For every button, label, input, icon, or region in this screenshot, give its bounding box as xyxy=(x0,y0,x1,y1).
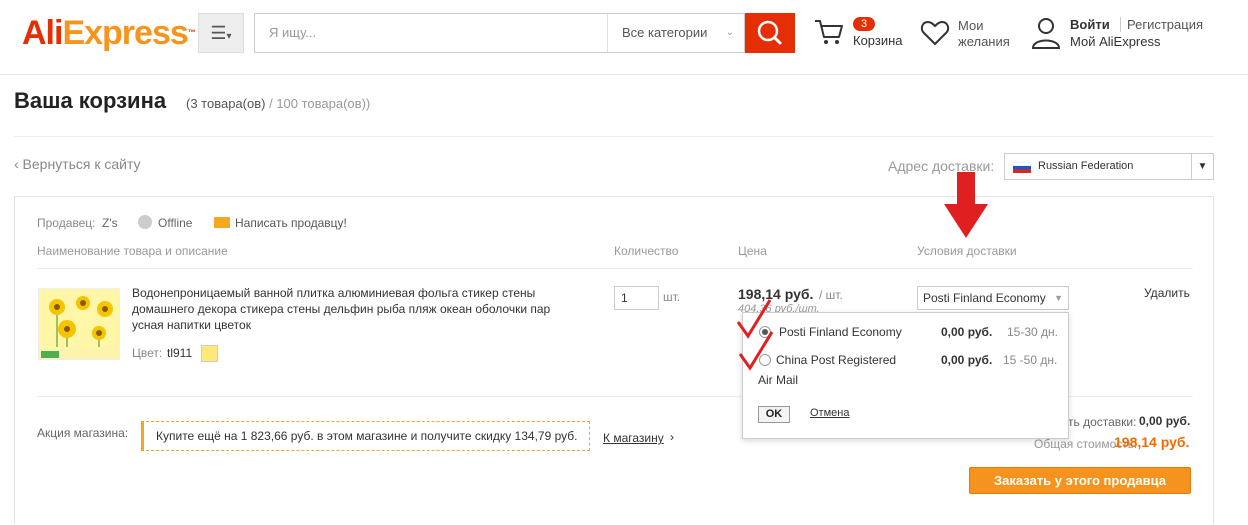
back-to-site-link[interactable]: ‹ Вернуться к сайту xyxy=(14,156,141,172)
shipping-option-name-2-line2[interactable]: Air Mail xyxy=(758,373,798,387)
column-header-quantity: Количество xyxy=(614,244,679,258)
shipping-ok-button[interactable]: OK xyxy=(758,406,790,423)
russia-flag-icon xyxy=(1013,162,1031,173)
chevron-down-icon: ⌄ xyxy=(725,27,734,38)
item-price-unit: / шт. xyxy=(819,288,843,302)
cart-count-current: (3 товара(ов) xyxy=(186,96,266,111)
search-input[interactable]: Я ищу... xyxy=(254,13,608,53)
color-swatch xyxy=(201,345,218,362)
divider xyxy=(14,136,1214,137)
divider xyxy=(37,268,1193,269)
seller-label: Продавец: xyxy=(37,216,96,230)
shipping-option-name-2[interactable]: China Post Registered xyxy=(776,353,896,367)
contact-seller-link[interactable]: Написать продавцу! xyxy=(235,216,347,230)
logo-ali-text: Ali xyxy=(22,14,63,52)
sunflower-tile-image xyxy=(39,289,119,358)
envelope-icon xyxy=(214,217,230,228)
product-thumbnail[interactable] xyxy=(38,288,120,360)
my-aliexpress-link[interactable]: Мой AliExpress xyxy=(1070,34,1161,49)
shipping-options-popup: Posti Finland Economy 0,00 руб. 15-30 дн… xyxy=(742,312,1069,439)
column-header-product: Наименование товара и описание xyxy=(37,244,228,258)
caret-down-icon: ▾ xyxy=(226,31,232,42)
search-button[interactable] xyxy=(745,13,795,53)
seller-name[interactable]: Z's xyxy=(102,216,118,230)
product-title-link[interactable]: Водонепроницаемый ванной плитка алюминие… xyxy=(132,285,552,333)
logo-express-text: Express xyxy=(62,14,188,52)
page-title: Ваша корзина xyxy=(14,88,167,113)
column-header-shipping: Условия доставки xyxy=(917,244,1017,258)
store-promo-label: Акция магазина: xyxy=(37,426,129,440)
total-cost-value: 198,14 руб. xyxy=(1114,434,1190,450)
shipping-method-value: Posti Finland Economy xyxy=(923,291,1046,305)
categories-menu-button[interactable]: ☰▾ xyxy=(198,13,244,53)
shipping-method-select[interactable]: Posti Finland Economy ▼ xyxy=(917,286,1069,310)
logo-tm: ™ xyxy=(187,28,196,37)
ship-to-country-select[interactable]: Russian Federation ▼ xyxy=(1004,153,1214,180)
chevron-right-icon: › xyxy=(670,430,674,444)
delete-item-link[interactable]: Удалить xyxy=(1144,286,1190,300)
quantity-input[interactable]: 1 xyxy=(614,286,659,310)
quantity-unit: шт. xyxy=(663,290,681,304)
search-icon xyxy=(757,20,782,45)
cart-count-badge: 3 xyxy=(853,17,876,31)
store-link[interactable]: К магазину xyxy=(603,431,664,445)
category-select-value: Все категории xyxy=(622,25,708,40)
store-promo-message: Купите ещё на 1 823,66 руб. в этом магаз… xyxy=(141,421,590,451)
red-arrow-annotation-icon xyxy=(944,172,988,238)
seller-status: Offline xyxy=(158,216,193,230)
cart-link[interactable]: Корзина xyxy=(853,33,903,48)
order-from-seller-button[interactable]: Заказать у этого продавца xyxy=(969,467,1191,494)
dropdown-arrow-icon: ▼ xyxy=(1191,154,1213,179)
category-select[interactable]: Все категории ⌄ xyxy=(607,13,745,53)
shipping-option-days-1: 15-30 дн. xyxy=(1007,325,1058,339)
wishlist-link-line2[interactable]: желания xyxy=(958,34,1010,49)
wishlist-link-line1[interactable]: Мои xyxy=(958,18,983,33)
checkmark-annotation-icon xyxy=(738,331,774,371)
hamburger-icon: ☰ xyxy=(210,23,227,43)
caret-down-icon: ▼ xyxy=(1054,293,1063,303)
login-link[interactable]: Войти xyxy=(1070,17,1110,32)
shipping-cancel-link[interactable]: Отмена xyxy=(810,407,849,419)
aliexpress-logo[interactable]: AliExpress™ xyxy=(22,14,196,52)
cart-icon[interactable] xyxy=(813,17,845,47)
color-label: Цвет: xyxy=(132,346,163,360)
cart-count-max: / 100 товара(ов)) xyxy=(269,96,371,111)
shipping-cost-label: ть доставки: xyxy=(1068,415,1137,429)
color-value: tl911 xyxy=(167,346,193,360)
shipping-cost-value: 0,00 руб. xyxy=(1139,414,1191,428)
shipping-option-price-1: 0,00 руб. xyxy=(941,325,993,339)
cart-item-count: (3 товара(ов) / 100 товара(ов)) xyxy=(186,96,370,111)
shipping-option-price-2: 0,00 руб. xyxy=(941,353,993,367)
column-header-price: Цена xyxy=(738,244,767,258)
ship-to-country-value: Russian Federation xyxy=(1038,160,1134,172)
shipping-option-name-1[interactable]: Posti Finland Economy xyxy=(779,325,902,339)
user-icon xyxy=(1031,18,1061,49)
register-link[interactable]: Регистрация xyxy=(1120,17,1203,32)
heart-icon[interactable] xyxy=(920,18,950,48)
shipping-option-days-2: 15 -50 дн. xyxy=(1003,353,1058,367)
offline-status-icon xyxy=(138,215,152,229)
